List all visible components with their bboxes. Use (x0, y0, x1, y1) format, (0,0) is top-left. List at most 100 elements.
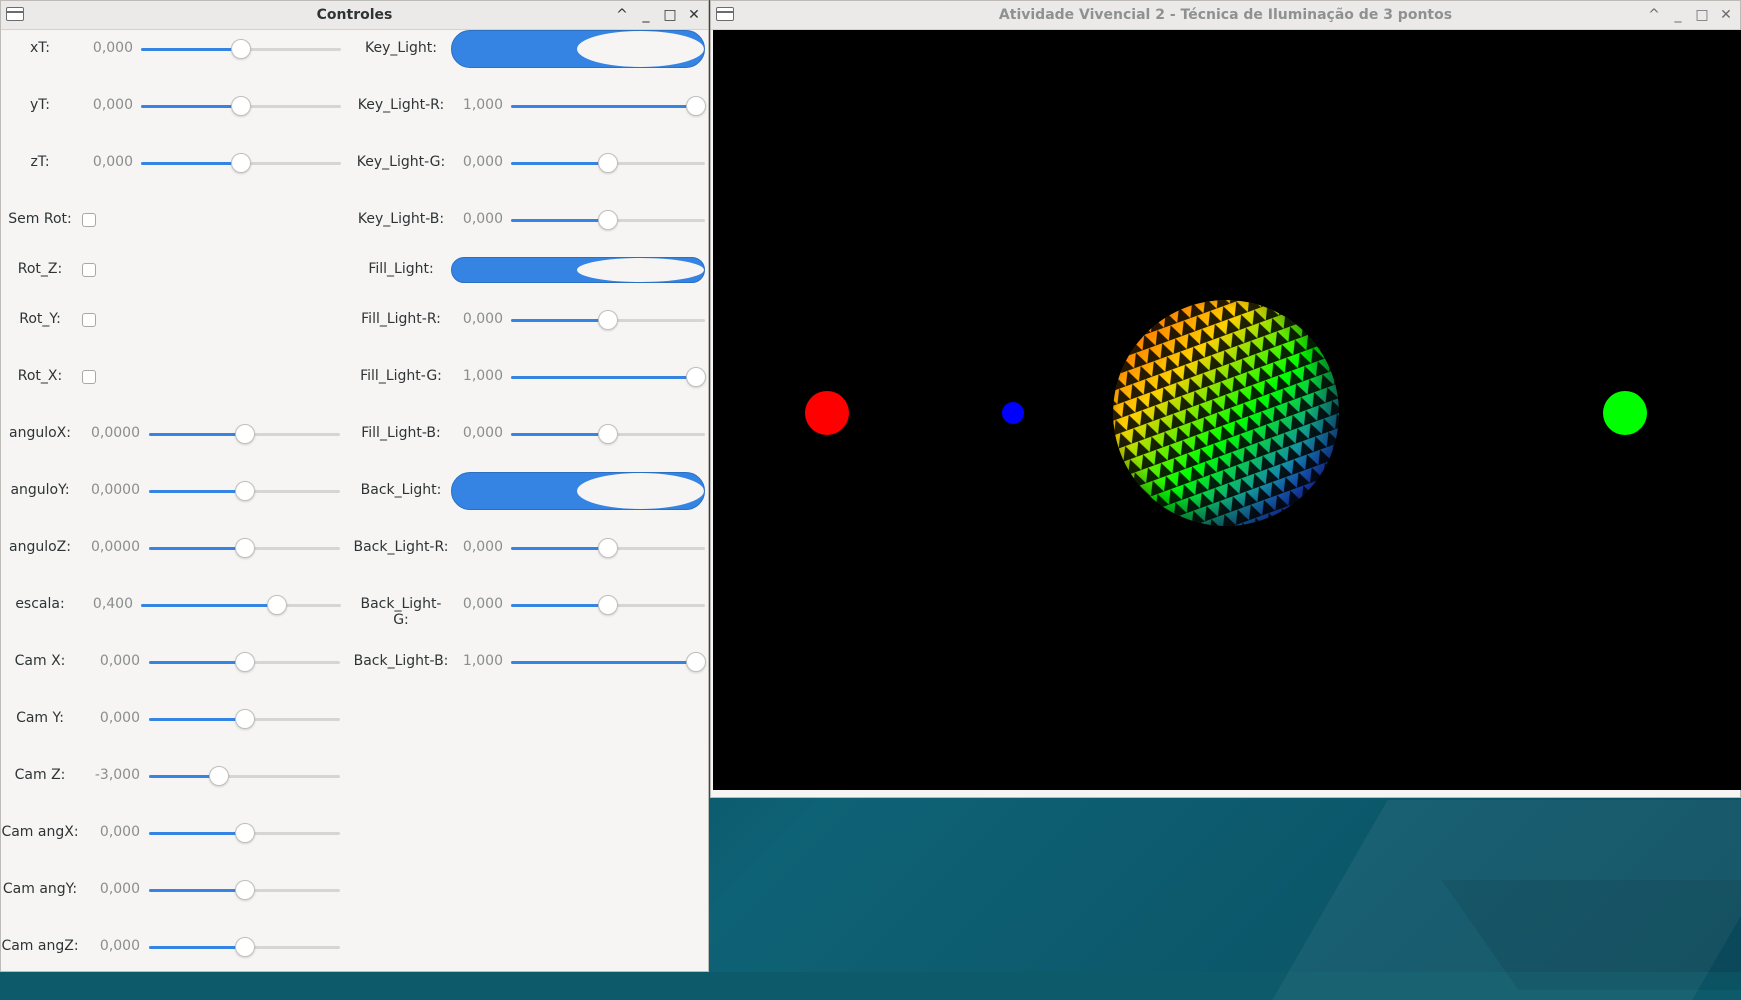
slider-fill (141, 604, 277, 607)
cam-y-slider[interactable] (149, 709, 340, 729)
slider-knob[interactable] (598, 424, 618, 444)
anguloz-slider[interactable] (149, 538, 340, 558)
cam-x-value: 0,000 (99, 653, 140, 669)
fill-light-switch[interactable] (451, 257, 705, 283)
cam-angy-slider[interactable] (149, 880, 340, 900)
zt-label: zT: (30, 154, 50, 170)
render-titlebar[interactable]: Atividade Vivencial 2 - Técnica de Ilumi… (711, 1, 1740, 30)
minimize-button[interactable]: _ (1668, 5, 1688, 25)
rot-z-label: Rot_Z: (17, 261, 63, 277)
slider-knob[interactable] (598, 310, 618, 330)
slider-fill (149, 889, 245, 892)
xt-slider[interactable] (141, 39, 341, 59)
key-light-g-value: 0,000 (462, 154, 503, 170)
sem-rot-label: Sem Rot: (8, 211, 72, 227)
slider-knob[interactable] (235, 481, 255, 501)
cam-z-label: Cam Z: (14, 767, 66, 783)
controls-window: Controles ^ _ □ ✕ xT: 0,000 yT: 0,000 zT: 0,0… (0, 0, 709, 972)
yt-slider[interactable] (141, 96, 341, 116)
slider-knob[interactable] (598, 538, 618, 558)
rot-y-label: Rot_Y: (19, 311, 61, 327)
minimize-button[interactable]: _ (636, 5, 656, 25)
escala-label: escala: (15, 596, 65, 612)
render-window: Atividade Vivencial 2 - Técnica de Ilumi… (710, 0, 1741, 798)
rot-x-checkbox[interactable] (82, 370, 96, 384)
slider-knob[interactable] (231, 96, 251, 116)
key-light-label: Key_Light: (364, 40, 438, 56)
controls-titlebar[interactable]: Controles ^ _ □ ✕ (1, 1, 708, 30)
fill-light-g-value: 1,000 (462, 368, 503, 384)
slider-knob[interactable] (231, 39, 251, 59)
key-light-r-slider[interactable] (511, 96, 706, 116)
switch-thumb (577, 31, 704, 67)
cam-angx-value: 0,000 (99, 824, 140, 840)
anguloz-value: 0,0000 (91, 539, 140, 555)
angulox-slider[interactable] (149, 424, 340, 444)
angulox-value: 0,0000 (91, 425, 140, 441)
slider-knob[interactable] (598, 595, 618, 615)
slider-knob[interactable] (235, 652, 255, 672)
slider-knob[interactable] (686, 652, 706, 672)
controls-window-title: Controles (316, 7, 393, 23)
cam-z-slider[interactable] (149, 766, 340, 786)
key-light-b-value: 0,000 (462, 211, 503, 227)
anguloy-label: anguloY: (10, 482, 70, 498)
slider-knob[interactable] (267, 595, 287, 615)
maximize-button[interactable]: □ (660, 5, 680, 25)
slider-knob[interactable] (231, 153, 251, 173)
yt-label: yT: (29, 97, 50, 113)
shade-button[interactable]: ^ (1644, 5, 1664, 25)
close-button[interactable]: ✕ (1716, 5, 1736, 25)
render-window-title: Atividade Vivencial 2 - Técnica de Ilumi… (998, 7, 1453, 23)
key-light-b-label: Key_Light-B: (357, 211, 445, 227)
slider-knob[interactable] (235, 424, 255, 444)
slider-knob[interactable] (686, 367, 706, 387)
key-light-b-slider[interactable] (511, 210, 705, 230)
anguloy-slider[interactable] (149, 481, 340, 501)
back-light-b-slider[interactable] (511, 652, 706, 672)
escala-slider[interactable] (141, 595, 341, 615)
sem-rot-checkbox[interactable] (82, 213, 96, 227)
key-light-switch[interactable] (451, 30, 705, 68)
cam-angx-slider[interactable] (149, 823, 340, 843)
slider-knob[interactable] (598, 153, 618, 173)
fill-light-g-slider[interactable] (511, 367, 706, 387)
slider-fill (511, 219, 608, 222)
slider-fill (511, 105, 696, 108)
slider-knob[interactable] (235, 709, 255, 729)
switch-thumb (577, 473, 704, 509)
cam-x-slider[interactable] (149, 652, 340, 672)
close-button[interactable]: ✕ (684, 5, 704, 25)
rot-y-checkbox[interactable] (82, 313, 96, 327)
opengl-canvas[interactable] (713, 30, 1741, 790)
fill-light-b-slider[interactable] (511, 424, 705, 444)
back-light-r-slider[interactable] (511, 538, 705, 558)
back-light-g-slider[interactable] (511, 595, 705, 615)
cam-angz-slider[interactable] (149, 937, 340, 957)
back-light-r-label: Back_Light-R: (353, 539, 449, 555)
fill-light-marker (1603, 391, 1647, 435)
fill-light-r-value: 0,000 (462, 311, 503, 327)
rot-z-checkbox[interactable] (82, 263, 96, 277)
slider-fill (511, 547, 608, 550)
fill-light-r-slider[interactable] (511, 310, 705, 330)
cam-x-label: Cam X: (14, 653, 66, 669)
slider-knob[interactable] (598, 210, 618, 230)
xt-value: 0,000 (92, 40, 133, 56)
slider-knob[interactable] (209, 766, 229, 786)
slider-knob[interactable] (235, 937, 255, 957)
slider-knob[interactable] (235, 538, 255, 558)
back-light-switch[interactable] (451, 472, 705, 510)
key-light-g-slider[interactable] (511, 153, 705, 173)
key-light-marker (805, 391, 849, 435)
slider-knob[interactable] (686, 96, 706, 116)
cam-angy-label: Cam angY: (2, 881, 78, 897)
slider-knob[interactable] (235, 823, 255, 843)
fill-light-b-label: Fill_Light-B: (361, 425, 441, 441)
zt-value: 0,000 (92, 154, 133, 170)
maximize-button[interactable]: □ (1692, 5, 1712, 25)
fill-light-g-label: Fill_Light-G: (360, 368, 442, 384)
slider-knob[interactable] (235, 880, 255, 900)
shade-button[interactable]: ^ (612, 5, 632, 25)
zt-slider[interactable] (141, 153, 341, 173)
